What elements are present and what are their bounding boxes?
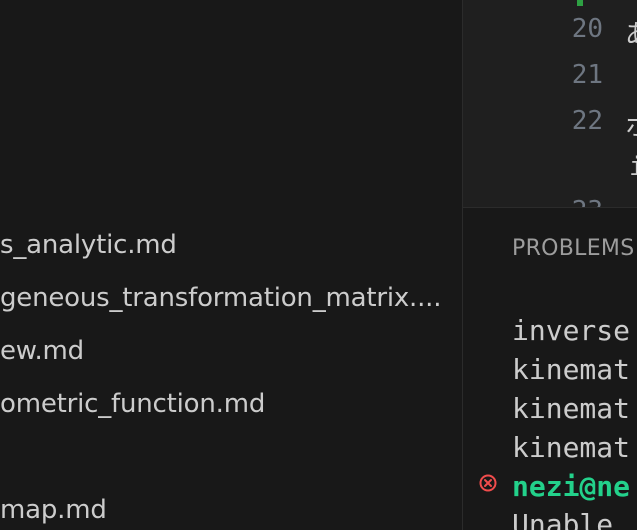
file-item[interactable]: map.md <box>0 495 107 525</box>
code-text[interactable]: あ <box>625 14 637 51</box>
terminal-line: kinemat <box>512 431 631 464</box>
file-item[interactable]: s_analytic.md <box>0 230 177 260</box>
file-item[interactable]: geneous_transformation_matrix.... <box>0 283 442 313</box>
terminal-line: Unable <box>512 508 614 530</box>
line-number: 23 <box>503 196 603 207</box>
code-text[interactable]: i <box>629 152 637 182</box>
terminal-line: kinemat <box>512 392 631 425</box>
bottom-panel: PROBLEMS inverse kinemat kinemat kinemat… <box>463 208 637 530</box>
file-item[interactable]: ew.md <box>0 336 84 366</box>
line-number: 22 <box>571 106 603 136</box>
explorer-file-list: s_analytic.md geneous_transformation_mat… <box>0 0 462 530</box>
error-circle-icon[interactable] <box>479 474 497 492</box>
terminal-line: inverse <box>512 314 631 347</box>
line-number: 21 <box>571 60 603 90</box>
file-item[interactable]: ometric_function.md <box>0 389 265 419</box>
terminal-line: kinemat <box>512 353 631 386</box>
tab-problems[interactable]: PROBLEMS <box>512 236 634 261</box>
terminal-prompt: nezi@ne <box>512 470 631 503</box>
gutter-added-marker <box>577 0 583 6</box>
editor-pane[interactable]: 20 21 22 23 あ ホ i <box>463 0 637 207</box>
code-text[interactable]: ホ <box>625 106 637 143</box>
line-number: 20 <box>571 14 603 44</box>
